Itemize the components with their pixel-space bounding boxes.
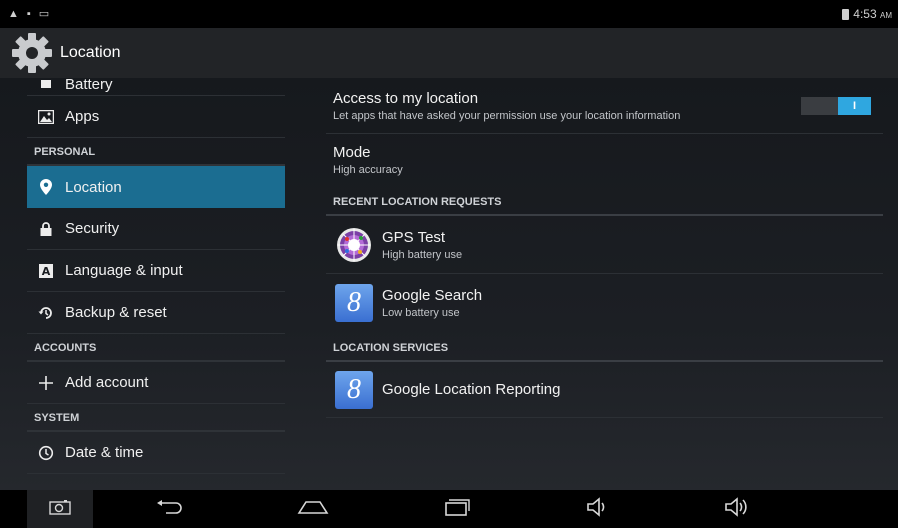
sidebar-item-apps[interactable]: Apps — [27, 96, 285, 138]
screenshot-button[interactable] — [27, 490, 93, 528]
location-toggle-switch[interactable]: I — [801, 96, 871, 115]
location-detail-pane: Access to my location Let apps that have… — [326, 78, 883, 418]
recent-apps-icon — [445, 498, 471, 521]
screenshot-icon: ▭ — [38, 7, 50, 20]
home-button[interactable] — [295, 490, 331, 528]
sidebar-item-label: Apps — [65, 108, 100, 125]
lock-icon: ▪ — [26, 7, 31, 20]
access-location-title: Access to my location — [333, 89, 479, 107]
section-header-recent-requests: RECENT LOCATION REQUESTS — [326, 186, 883, 216]
sidebar-item-label: Location — [65, 178, 122, 196]
app-name: Google Search — [382, 287, 483, 304]
service-google-location-reporting[interactable]: 8 Google Location Reporting — [326, 362, 883, 418]
back-icon — [156, 499, 184, 519]
section-header-accounts: ACCOUNTS — [27, 334, 285, 362]
svg-text:A: A — [42, 265, 51, 278]
page-title: Location — [60, 44, 121, 61]
volume-up-icon — [724, 496, 752, 522]
google-search-icon: 8 — [334, 283, 374, 323]
volume-down-icon — [586, 496, 610, 522]
switch-on-label: I — [852, 99, 857, 112]
section-header-personal: PERSONAL — [27, 138, 285, 166]
clock-icon — [37, 444, 55, 462]
sidebar-item-location[interactable]: Location — [27, 166, 285, 208]
status-bar: ▲ ▪ ▭ 4:53 AM — [0, 0, 898, 28]
volume-up-button[interactable] — [720, 490, 756, 528]
access-location-row[interactable]: Access to my location Let apps that have… — [326, 78, 883, 134]
location-pin-icon — [37, 178, 55, 196]
clock-time: 4:53 AM — [853, 7, 892, 21]
google-location-icon: 8 — [334, 370, 374, 410]
sidebar-item-label: Battery — [65, 78, 113, 93]
action-bar: Location — [0, 28, 898, 78]
camera-icon — [49, 499, 71, 520]
settings-gear-icon[interactable] — [8, 29, 56, 77]
sidebar-item-label: Date & time — [65, 444, 144, 461]
battery-usage: High battery use — [382, 248, 463, 261]
sidebar-item-backup[interactable]: Backup & reset — [27, 292, 285, 334]
battery-icon — [37, 78, 55, 93]
access-location-subtitle: Let apps that have asked your permission… — [333, 109, 681, 122]
mode-row[interactable]: Mode High accuracy — [326, 134, 883, 186]
recent-request-gps-test[interactable]: GPS Test High battery use — [326, 216, 883, 274]
section-header-system: SYSTEM — [27, 404, 285, 432]
warning-icon: ▲ — [8, 7, 19, 20]
battery-usage: Low battery use — [382, 307, 460, 319]
sidebar-item-language[interactable]: A Language & input — [27, 250, 285, 292]
recent-apps-button[interactable] — [440, 490, 476, 528]
keyboard-a-icon: A — [37, 262, 55, 280]
sidebar-item-add-account[interactable]: Add account — [27, 362, 285, 404]
sidebar-item-label: Language & input — [65, 262, 183, 279]
plus-icon — [37, 374, 55, 392]
battery-icon — [842, 8, 850, 20]
recent-request-google-search[interactable]: 8 Google Search Low battery use — [326, 274, 883, 332]
sidebar-item-label: Add account — [65, 374, 149, 391]
section-header-location-services: LOCATION SERVICES — [326, 332, 883, 362]
sidebar-item-label: Security — [65, 220, 120, 237]
gps-test-icon — [334, 225, 374, 265]
back-button[interactable] — [150, 490, 190, 528]
navigation-bar — [0, 490, 898, 528]
sidebar-item-label: Backup & reset — [65, 304, 167, 321]
service-name: Google Location Reporting — [382, 381, 561, 398]
volume-down-button[interactable] — [580, 490, 616, 528]
switch-thumb: I — [838, 96, 871, 115]
app-name: GPS Test — [382, 228, 446, 246]
apps-icon — [37, 108, 55, 126]
sidebar-item-security[interactable]: Security — [27, 208, 285, 250]
sidebar-item-date-time[interactable]: Date & time — [27, 432, 285, 474]
mode-value: High accuracy — [333, 164, 403, 176]
lock-icon — [37, 220, 55, 238]
settings-content: Battery Apps PERSONAL Location Security … — [0, 78, 898, 490]
settings-sidebar[interactable]: Battery Apps PERSONAL Location Security … — [27, 78, 285, 474]
mode-title: Mode — [333, 144, 371, 161]
home-icon — [297, 499, 329, 520]
sidebar-item-battery[interactable]: Battery — [27, 78, 285, 96]
backup-icon — [37, 304, 55, 322]
